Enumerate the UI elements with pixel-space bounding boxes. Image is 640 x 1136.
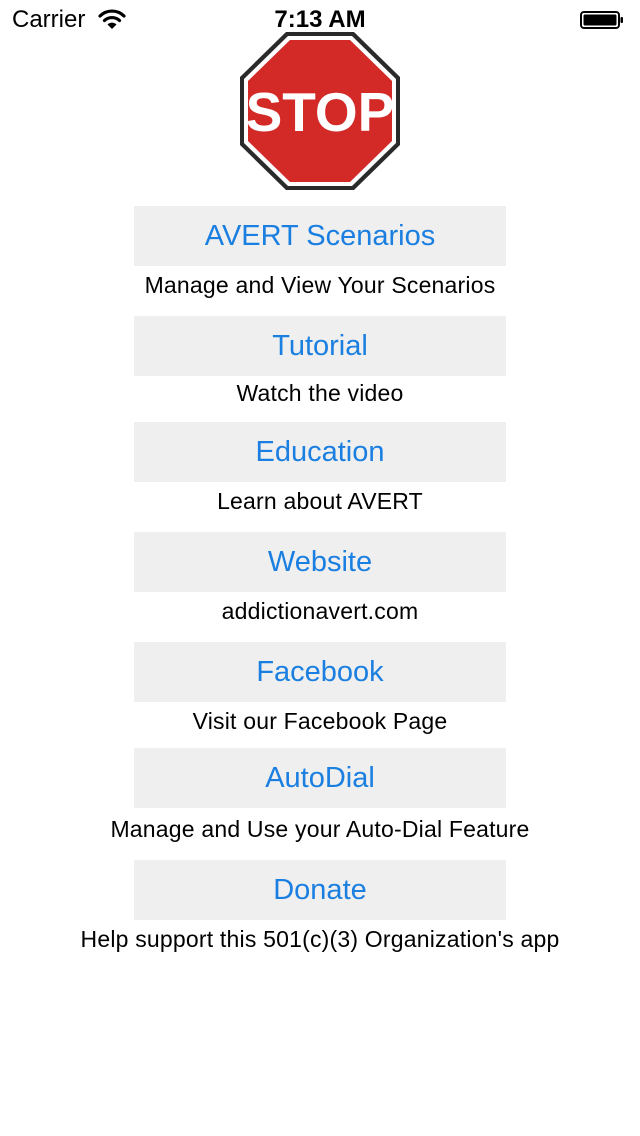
facebook-button[interactable]: Facebook bbox=[134, 642, 506, 702]
autodial-button[interactable]: AutoDial bbox=[134, 748, 506, 808]
donate-button[interactable]: Donate bbox=[134, 860, 506, 920]
avert-scenarios-caption: Manage and View Your Scenarios bbox=[144, 272, 496, 298]
donate-caption: Help support this 501(c)(3) Organization… bbox=[80, 926, 560, 952]
website-caption: addictionavert.com bbox=[221, 598, 419, 624]
education-button[interactable]: Education bbox=[134, 422, 506, 482]
stop-sign-text: STOP bbox=[246, 81, 395, 143]
facebook-caption: Visit our Facebook Page bbox=[192, 708, 448, 734]
website-button[interactable]: Website bbox=[134, 532, 506, 592]
stop-sign-logo: STOP bbox=[240, 32, 400, 190]
education-caption: Learn about AVERT bbox=[217, 488, 423, 514]
battery-icon bbox=[580, 11, 623, 29]
avert-scenarios-button[interactable]: AVERT Scenarios bbox=[134, 206, 506, 266]
autodial-caption: Manage and Use your Auto-Dial Feature bbox=[110, 816, 530, 842]
tutorial-caption: Watch the video bbox=[236, 380, 404, 406]
tutorial-button[interactable]: Tutorial bbox=[134, 316, 506, 376]
